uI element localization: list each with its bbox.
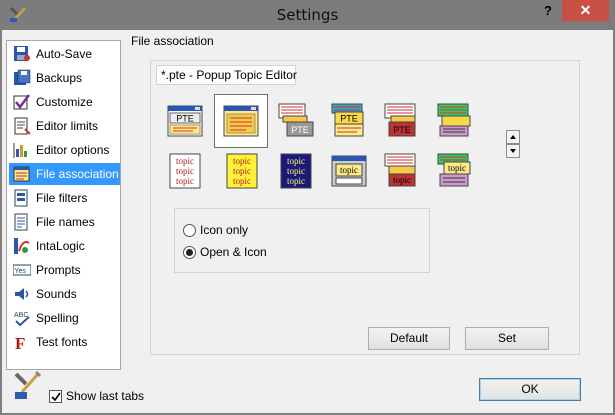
sidebar-item-label: Sounds	[36, 287, 77, 301]
title-bar: Settings ? ✕	[0, 0, 615, 30]
topic-label: topic	[176, 176, 194, 186]
topic-label: topic	[176, 166, 194, 176]
sidebar-item-intalogic[interactable]: IntaLogic	[9, 235, 120, 257]
sidebar-item-label: Editor options	[36, 143, 110, 157]
sidebar-item-file-filters[interactable]: File filters	[9, 187, 120, 209]
sidebar-item-test-fonts[interactable]: F Test fonts	[9, 331, 120, 353]
topic-icon-2[interactable]: topic topic topic	[223, 152, 261, 190]
set-button[interactable]: Set	[465, 327, 549, 350]
sidebar-item-label: Auto-Save	[36, 47, 93, 61]
radio-icon-only[interactable]: Icon only	[183, 223, 248, 237]
topic-label: topic	[287, 156, 305, 166]
editor-options-icon	[13, 143, 27, 158]
topic-label: topic	[287, 166, 305, 176]
group-title: File association	[129, 34, 216, 48]
show-last-tabs-checkbox[interactable]	[49, 389, 62, 403]
topic-label: topic	[340, 165, 358, 175]
association-label: *.pte - Popup Topic Editor	[156, 65, 297, 85]
show-last-tabs-label: Show last tabs	[66, 389, 145, 403]
file-association-icon	[13, 166, 30, 182]
default-button[interactable]: Default	[368, 327, 450, 350]
pte-label: PTE	[291, 125, 309, 135]
sidebar-item-label: Test fonts	[36, 335, 88, 349]
sidebar-item-label: Prompts	[36, 263, 81, 277]
topic-label: topic	[393, 175, 411, 185]
test-fonts-icon: F	[15, 334, 25, 351]
topic-window-icon[interactable]: topic	[330, 152, 368, 190]
sidebar-item-sounds[interactable]: Sounds	[9, 283, 120, 305]
svg-text:Yes: Yes	[15, 268, 27, 275]
topic-label: topic	[287, 176, 305, 186]
sidebar-item-customize[interactable]: Customize	[9, 91, 120, 113]
radio-button[interactable]	[183, 223, 196, 237]
settings-sidebar: Auto-Save Backups Customize Editor limit…	[6, 40, 121, 370]
topic-label: topic	[448, 163, 466, 173]
editor-limits-icon	[14, 117, 31, 135]
scroll-up-button[interactable]	[506, 130, 520, 144]
sidebar-item-spelling[interactable]: ABC Spelling	[9, 307, 120, 329]
sounds-icon	[15, 288, 29, 300]
prompts-icon: Yes	[13, 264, 31, 276]
topic-stack-icon-1[interactable]: topic	[383, 152, 421, 190]
sidebar-item-file-names[interactable]: File names	[9, 211, 120, 233]
help-button[interactable]: ?	[536, 3, 560, 21]
arrow-down-icon	[510, 149, 516, 153]
backups-icon	[14, 69, 31, 85]
scroll-down-button[interactable]	[506, 144, 520, 158]
pte-stack-icon-1[interactable]: PTE	[277, 102, 315, 140]
radio-label-icon-only: Icon only	[200, 223, 249, 237]
svg-text:ABC: ABC	[14, 312, 28, 319]
window-title: Settings	[276, 6, 339, 24]
radio-label-open-and-icon: Open & Icon	[200, 245, 267, 259]
customize-icon	[13, 94, 30, 110]
checkmark-icon	[51, 392, 61, 401]
open-mode-group: Icon only Open & Icon	[174, 208, 430, 273]
window-client: Auto-Save Backups Customize Editor limit…	[2, 30, 613, 413]
sidebar-item-label: Backups	[36, 71, 83, 85]
topic-icon-3[interactable]: topic topic topic	[277, 152, 315, 190]
topic-icon-1[interactable]: topic topic topic	[166, 152, 204, 190]
svg-text:F: F	[15, 334, 25, 351]
pte-stack-icon-2[interactable]: PTE	[330, 102, 368, 140]
pte-label: PTE	[340, 114, 358, 124]
sidebar-item-prompts[interactable]: Yes Prompts	[9, 259, 120, 281]
pte-label: PTE	[176, 114, 194, 124]
pte-window-icon-1[interactable]: PTE	[166, 102, 204, 140]
selected-icon-frame[interactable]	[214, 94, 268, 148]
sidebar-item-editor-limits[interactable]: Editor limits	[9, 115, 120, 137]
topic-label: topic	[233, 166, 251, 176]
pte-stack-icon-3[interactable]: PTE	[383, 102, 421, 140]
close-button[interactable]: ✕	[562, 0, 609, 21]
sidebar-item-label: Customize	[36, 95, 93, 109]
file-names-icon	[14, 213, 28, 231]
file-filters-icon	[14, 189, 28, 207]
pte-window-icon-2	[223, 105, 259, 137]
topic-stack-icon-2[interactable]: topic	[436, 152, 474, 190]
auto-save-icon	[14, 46, 30, 61]
sidebar-item-editor-options[interactable]: Editor options	[9, 139, 120, 161]
sidebar-item-label: IntaLogic	[36, 239, 85, 253]
pte-label: PTE	[393, 125, 411, 135]
tools-icon	[14, 370, 42, 399]
sidebar-item-label: File association	[36, 167, 119, 181]
ok-button[interactable]: OK	[479, 378, 581, 401]
topic-label: topic	[176, 156, 194, 166]
topic-label: topic	[233, 176, 251, 186]
radio-button-selected[interactable]	[183, 245, 196, 259]
show-last-tabs-row[interactable]: Show last tabs	[49, 389, 144, 403]
pte-stack-icon-4[interactable]	[436, 102, 474, 140]
topic-label: topic	[233, 156, 251, 166]
sidebar-item-label: Spelling	[36, 311, 79, 325]
arrow-up-icon	[510, 135, 516, 139]
sidebar-item-label: File filters	[36, 191, 88, 205]
radio-open-and-icon[interactable]: Open & Icon	[183, 245, 267, 259]
sidebar-item-label: Editor limits	[36, 119, 99, 133]
sidebar-item-file-association[interactable]: File association	[9, 163, 120, 185]
sidebar-item-label: File names	[36, 215, 95, 229]
sidebar-item-backups[interactable]: Backups	[9, 67, 120, 89]
intalogic-icon	[14, 238, 30, 254]
spelling-icon: ABC	[14, 312, 30, 327]
sidebar-item-auto-save[interactable]: Auto-Save	[9, 43, 120, 65]
